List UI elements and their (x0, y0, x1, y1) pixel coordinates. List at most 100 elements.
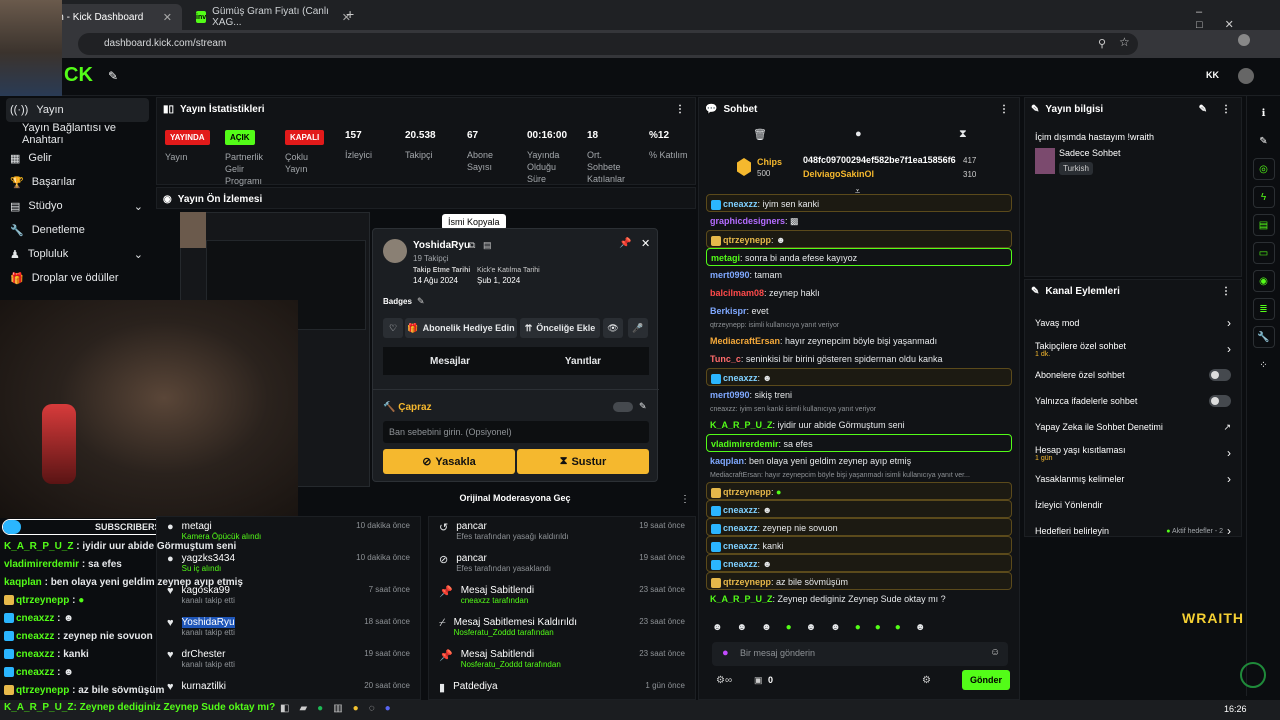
chat-nick[interactable]: cneaxzz (723, 523, 758, 533)
toggle[interactable] (1209, 395, 1231, 407)
broadcast-icon[interactable]: ◉ (1252, 270, 1275, 292)
chat-nick[interactable]: Tunc_c (710, 354, 741, 364)
chat-nick[interactable]: balcilmam08 (710, 288, 764, 298)
chat-message[interactable]: metagi: sonra bi anda efese kayıyoz (706, 248, 1012, 266)
list-item[interactable]: ⌿ Mesaj Sabitlemesi Kaldırıldı Nosferatu_Z… (429, 613, 695, 645)
chat-nick[interactable]: qtrzeynepp (723, 487, 771, 497)
eye-icon[interactable]: 👁 (603, 318, 623, 338)
info-icon[interactable]: ℹ (1253, 102, 1275, 124)
emote-icon[interactable]: ● (786, 622, 792, 636)
mic-icon[interactable]: 🎤 (628, 318, 648, 338)
document-icon[interactable]: ▤ (1252, 214, 1275, 236)
chat-message[interactable]: mert0990: tamam (706, 266, 1012, 284)
chat-message[interactable]: Tunc_c: seninkisi bir birini gösteren sp… (706, 350, 1012, 368)
sidebar-item-stream-key[interactable]: Yayın Bağlantısı ve Anahtarı (0, 122, 155, 146)
chat-nick[interactable]: mert0990 (710, 270, 750, 280)
chat-message[interactable]: mert0990: sikiş treni (706, 386, 1012, 404)
chat-nick[interactable]: mert0990 (710, 390, 750, 400)
wrench-icon[interactable]: 🔧 (1252, 326, 1275, 348)
chat-nick[interactable]: K_A_R_P_U_Z (710, 420, 773, 430)
emote-icon[interactable]: ☻ (806, 622, 817, 636)
chat-message[interactable]: cneaxzz: kanki (706, 536, 1012, 554)
cross-toggle[interactable] (613, 402, 633, 412)
sidebar-item-gelir[interactable]: ▦ Gelir (0, 146, 155, 170)
action-slow-mode[interactable]: Yavaş mod › (1025, 310, 1241, 336)
gift-sub-button[interactable]: 🎁 Abonelik Hediye Edin (405, 318, 517, 338)
emoji-icon[interactable]: ☺ (990, 647, 1000, 658)
more-icon[interactable]: ⋮ (675, 104, 685, 115)
action-set-goals[interactable]: Hedefleri belirleyin ● Aktif hedefler - 2… (1025, 518, 1241, 544)
chat-message[interactable]: K_A_R_P_U_Z: iyidir uur abide Görmuştum … (706, 416, 1012, 434)
chat-message[interactable]: qtrzeynepp: ☻ (706, 230, 1012, 248)
action-account-age[interactable]: Hesap yaşı kısıtlaması 1 gün › (1025, 440, 1241, 466)
edit-icon[interactable]: ✎ (1199, 104, 1207, 115)
spotify-icon[interactable]: ● (317, 703, 323, 714)
community-icon[interactable]: ⁘ (1253, 354, 1275, 376)
profile-avatar[interactable] (1238, 34, 1250, 46)
kick-logo[interactable]: CK (64, 64, 93, 87)
chat-nick[interactable]: cneaxzz (723, 199, 758, 209)
emote-icon[interactable]: ● (855, 622, 861, 636)
chat-nick[interactable]: cneaxzz (723, 373, 758, 383)
url-input[interactable]: dashboard.kick.com/stream (78, 33, 1138, 55)
layers-icon[interactable]: ≣ (1252, 298, 1275, 320)
chat-message[interactable]: cneaxzz: ☻ (706, 554, 1012, 572)
chat-message[interactable]: Berkispr: evet (706, 302, 1012, 320)
sidebar-item-studyo[interactable]: ▤ Stüdyo ⌄ (0, 194, 155, 218)
chat-message[interactable]: graphicdesigners: ▩ (706, 212, 1012, 230)
chat-message[interactable]: MediacraftErsan: hayır zeynepcim böyle b… (706, 332, 1012, 350)
chat-message[interactable]: cneaxzz: ☻ (706, 368, 1012, 386)
app-icon[interactable]: ◌ (369, 703, 375, 714)
chat-message[interactable]: cneaxzz: zeynep nie sovuon (706, 518, 1012, 536)
more-icon[interactable]: ⋮ (1221, 104, 1231, 115)
close-icon[interactable]: ✕ (163, 11, 172, 24)
edit-icon[interactable]: ✎ (639, 401, 647, 412)
chat-icon[interactable]: ▭ (1252, 242, 1275, 264)
chat-nick[interactable]: cneaxzz (723, 559, 758, 569)
mic-icon[interactable]: ● (722, 647, 729, 659)
gift-icon[interactable]: ▣ (754, 675, 763, 686)
chat-message[interactable]: qtrzeynepp: az bile sövmüşüm (706, 572, 1012, 590)
username[interactable]: YoshidaRyu (413, 240, 470, 251)
emote-icon[interactable]: ● (895, 622, 901, 636)
heart-icon[interactable]: ♡ (383, 318, 403, 338)
list-item[interactable]: 📌 Mesaj Sabitlendi Nosferatu_Zoddd tarafın… (429, 645, 695, 677)
mute-button[interactable]: ⧗ Sustur (517, 449, 649, 474)
edit-icon[interactable]: ✎ (1253, 130, 1275, 152)
emote-bar[interactable]: ☻ ☻ ☻ ● ☻ ☻ ● ● ● ☻ (712, 622, 1012, 636)
ban-reason-input[interactable]: Ban sebebini girin. (Opsiyonel) (383, 421, 649, 443)
edit-icon[interactable]: ✎ (417, 296, 425, 307)
chat-nick[interactable]: graphicdesigners (710, 216, 785, 226)
add-priority-button[interactable]: ⇈ Önceliğe Ekle (520, 318, 600, 338)
chat-message[interactable]: kaqplan: ben olaya yeni geldim zeynep ay… (706, 452, 1012, 470)
new-tab-icon[interactable]: + (346, 6, 354, 22)
action-ai-moderation[interactable]: Yapay Zeka ile Sohbet Denetimi ↗ (1025, 414, 1241, 440)
emote-icon[interactable]: ☻ (712, 622, 723, 636)
chat-message[interactable]: balcilmam08: zeynep haklı (706, 284, 1012, 302)
window-controls[interactable]: –□✕ (1196, 6, 1280, 31)
chat-nick[interactable]: Berkispr (710, 306, 747, 316)
copy-icon[interactable]: ⧉ (469, 240, 475, 251)
settings-icon[interactable]: ⚙∞ (716, 675, 732, 686)
tab-replies[interactable]: Yanıtlar (517, 347, 649, 375)
chat-nick[interactable]: cneaxzz (723, 505, 758, 515)
chat-input[interactable]: ● Bir mesaj gönderin ☺ (712, 642, 1008, 666)
action-follower-only[interactable]: Takipçilere özel sohbet 1 dk. › (1025, 336, 1241, 362)
chat-message[interactable]: qtrzeynepp: ● (706, 482, 1012, 500)
zoom-icon[interactable]: ⚲ (1098, 37, 1106, 50)
discord-icon[interactable]: ● (385, 703, 391, 714)
chat-message[interactable]: cneaxzz: ☻ (706, 500, 1012, 518)
card-icon[interactable]: ▤ (483, 240, 492, 251)
emote-icon[interactable]: ☻ (830, 622, 841, 636)
app-icon[interactable]: ◧ (280, 703, 289, 714)
ban-button[interactable]: ⊘ Yasakla (383, 449, 515, 474)
game-icon[interactable]: ▥ (333, 703, 342, 714)
toggle[interactable] (1209, 369, 1231, 381)
taskbar-apps[interactable]: ◧ ▰ ● ▥ ● ◌ ● (280, 703, 391, 714)
list-item[interactable]: 📌 Mesaj Sabitlendi cneaxzz tarafından 23 sa… (429, 581, 695, 613)
send-button[interactable]: Gönder (962, 670, 1010, 690)
lightning-icon[interactable]: ϟ (1252, 186, 1275, 208)
tab-gumus[interactable]: inv Gümüş Gram Fiyatı (Canlı XAG... ✕ (186, 4, 361, 30)
list-item[interactable]: ⊘ pancar Efes tarafından yasaklandı 19 saat… (429, 549, 695, 581)
chat-nick[interactable]: K_A_R_P_U_Z (710, 594, 773, 604)
